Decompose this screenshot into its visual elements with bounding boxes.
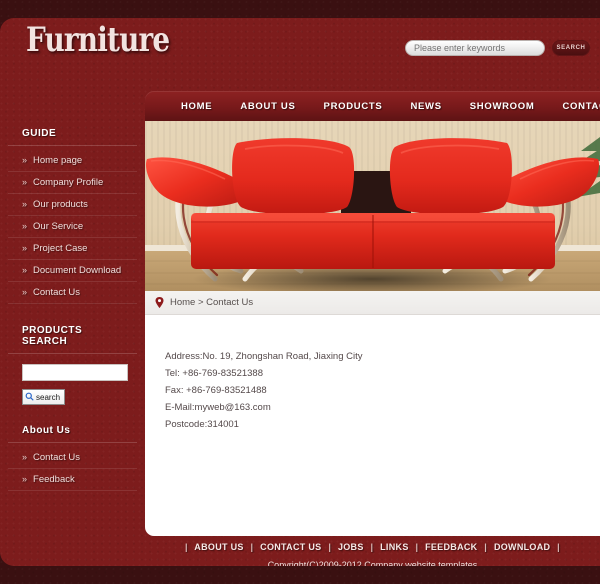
sidebar-item-feedback[interactable]: » Feedback <box>8 469 137 490</box>
nav-item-products[interactable]: PRODUCTS <box>310 101 397 112</box>
nav-item-showroom[interactable]: SHOWROOM <box>456 101 549 112</box>
copyright-text: Copyright(C)2009-2012 Company website te… <box>267 560 478 566</box>
sidebar-item-label: Company Profile <box>33 177 104 188</box>
chevron-right-icon: » <box>22 221 28 231</box>
contact-postcode: Postcode:314001 <box>165 418 239 430</box>
footer-links: | ABOUT US | CONTACT US | JOBS | LINKS |… <box>145 542 600 552</box>
sidebar-item-company-profile[interactable]: » Company Profile <box>8 172 137 193</box>
sidebar-item-label: Our products <box>33 199 88 210</box>
footer-separator: | <box>484 542 488 552</box>
footer-link-links[interactable]: LINKS <box>380 542 409 552</box>
sidebar-item-about-contact-us[interactable]: » Contact Us <box>8 447 137 468</box>
contact-email: E-Mail:myweb@163.com <box>165 401 271 413</box>
footer-link-download[interactable]: DOWNLOAD <box>494 542 550 552</box>
sidebar-item-our-products[interactable]: » Our products <box>8 194 137 215</box>
site-footer: | ABOUT US | CONTACT US | JOBS | LINKS |… <box>145 536 600 566</box>
footer-separator: | <box>415 542 419 552</box>
footer-link-feedback[interactable]: FEEDBACK <box>425 542 477 552</box>
footer-separator: | <box>370 542 374 552</box>
footer-separator: | <box>557 542 560 552</box>
search-icon <box>25 392 34 403</box>
sidebar-item-project-case[interactable]: » Project Case <box>8 238 137 259</box>
list-item: » Home page <box>8 150 137 172</box>
site-logo[interactable]: Furniture <box>26 20 170 60</box>
products-search-form: search <box>8 354 137 418</box>
chevron-right-icon: » <box>22 177 28 187</box>
content-area: Home > Contact Us Address:No. 19, Zhongs… <box>145 291 600 536</box>
breadcrumb-text[interactable]: Home > Contact Us <box>170 297 253 308</box>
sidebar-products-search-title: PRODUCTS SEARCH <box>8 318 137 354</box>
sidebar-item-our-service[interactable]: » Our Service <box>8 216 137 237</box>
chevron-right-icon: » <box>22 155 28 165</box>
list-item: » Document Download <box>8 260 137 282</box>
nav-item-contact-us[interactable]: CONTACT US <box>548 101 600 112</box>
sidebar-guide-list: » Home page » Company Profile » Our product… <box>8 146 137 304</box>
search-button[interactable]: SEARCH <box>552 40 590 56</box>
sidebar: GUIDE » Home page » Company Profile » Our p… <box>0 121 145 536</box>
chevron-right-icon: » <box>22 451 28 462</box>
chevron-right-icon: » <box>22 287 28 297</box>
sidebar-item-label: Document Download <box>33 265 122 276</box>
list-item: » Contact Us <box>8 447 137 469</box>
products-search-button-label: search <box>36 392 61 402</box>
footer-separator: | <box>328 542 332 552</box>
sidebar-item-document-download[interactable]: » Document Download <box>8 260 137 281</box>
location-pin-icon <box>155 297 164 308</box>
header-search: SEARCH <box>405 40 590 56</box>
sidebar-item-contact-us[interactable]: » Contact Us <box>8 282 137 303</box>
nav-item-news[interactable]: NEWS <box>396 101 455 112</box>
products-search-input[interactable] <box>22 364 128 381</box>
sidebar-guide-title: GUIDE <box>8 121 137 146</box>
sidebar-item-label: Contact Us <box>33 451 81 463</box>
chevron-right-icon: » <box>22 265 28 275</box>
footer-link-contact-us[interactable]: CONTACT US <box>260 542 321 552</box>
list-item: » Project Case <box>8 238 137 260</box>
chevron-right-icon: » <box>22 473 28 484</box>
footer-link-jobs[interactable]: JOBS <box>338 542 364 552</box>
breadcrumb: Home > Contact Us <box>145 291 600 315</box>
sidebar-item-label: Our Service <box>33 221 84 232</box>
contact-address: Address:No. 19, Zhongshan Road, Jiaxing … <box>165 351 363 362</box>
contact-info: Address:No. 19, Zhongshan Road, Jiaxing … <box>145 315 600 434</box>
sidebar-item-label: Project Case <box>33 243 88 254</box>
list-item: » Contact Us <box>8 282 137 304</box>
footer-separator: | <box>250 542 254 552</box>
list-item: » Company Profile <box>8 172 137 194</box>
list-item: » Our products <box>8 194 137 216</box>
site-header: Furniture SEARCH <box>0 18 600 76</box>
contact-fax: Fax: +86-769-83521488 <box>165 384 267 396</box>
nav-item-about-us[interactable]: ABOUT US <box>226 101 309 112</box>
sidebar-item-label: Home page <box>33 155 83 166</box>
sidebar-item-home-page[interactable]: » Home page <box>8 150 137 171</box>
contact-tel: Tel: +86-769-83521388 <box>165 367 263 379</box>
products-search-button[interactable]: search <box>22 389 66 405</box>
hero-banner <box>145 121 600 291</box>
page-panel: Furniture SEARCH HOME ABOUT US PRODUCTS … <box>0 18 600 566</box>
sidebar-item-label: Feedback <box>33 473 75 485</box>
sidebar-item-label: Contact Us <box>33 287 81 298</box>
list-item: » Our Service <box>8 216 137 238</box>
main-navigation: HOME ABOUT US PRODUCTS NEWS SHOWROOM CON… <box>145 91 600 121</box>
footer-link-about-us[interactable]: ABOUT US <box>194 542 243 552</box>
sofa-banner-image <box>145 121 600 291</box>
sidebar-about-list: » Contact Us » Feedback <box>8 443 137 491</box>
sidebar-about-title: About Us <box>8 418 137 443</box>
nav-item-home[interactable]: HOME <box>167 101 226 112</box>
list-item: » Feedback <box>8 469 137 491</box>
footer-separator: | <box>185 542 188 552</box>
chevron-right-icon: » <box>22 199 28 209</box>
chevron-right-icon: » <box>22 243 28 253</box>
search-input[interactable] <box>405 40 545 56</box>
